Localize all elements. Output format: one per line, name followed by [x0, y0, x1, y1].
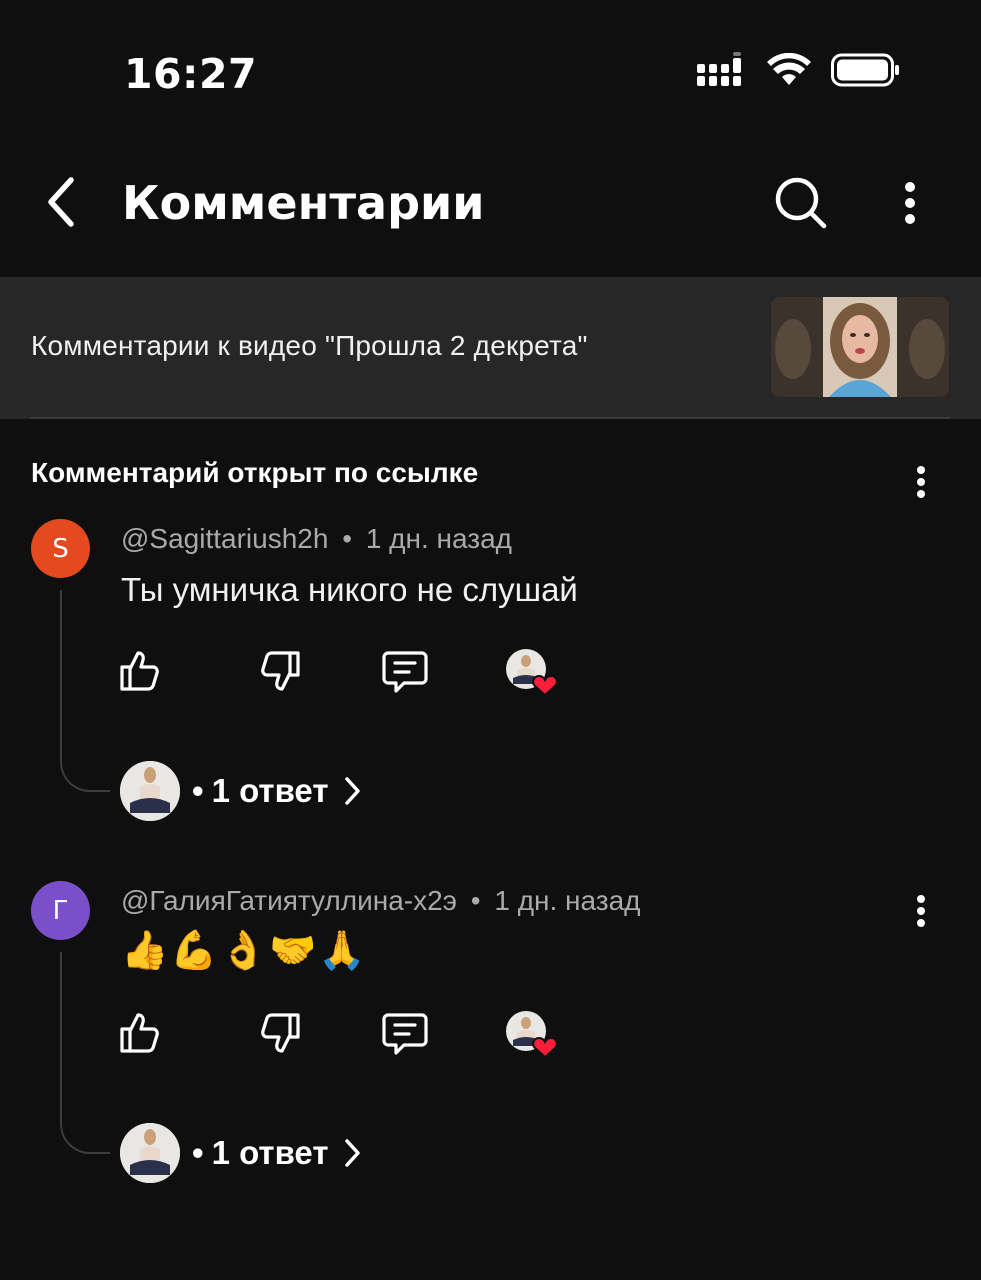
search-icon: [775, 177, 827, 229]
video-banner-text: Комментарии к видео "Прошла 2 декрета": [31, 330, 588, 361]
signal-icon: [697, 52, 741, 86]
reply-comment-icon: [382, 1013, 428, 1055]
video-thumbnail[interactable]: [771, 297, 949, 397]
comment-time: 1 дн. назад: [494, 885, 641, 916]
thumbs-down-icon: [261, 651, 300, 691]
more-options-button[interactable]: [888, 172, 932, 234]
search-button[interactable]: [770, 172, 832, 234]
meta-separator: •: [470, 885, 481, 916]
back-button[interactable]: [30, 172, 90, 232]
meta-separator: •: [342, 523, 353, 554]
wifi-icon: [767, 53, 811, 85]
comment-text: 👍💪👌🤝🙏: [121, 928, 368, 972]
author-avatar[interactable]: Г: [31, 881, 90, 940]
author-avatar[interactable]: S: [31, 519, 90, 578]
creator-heart-badge: [505, 648, 559, 698]
linked-comment-label: Комментарий открыт по ссылке: [31, 457, 479, 488]
creator-heart-icon: [506, 1011, 558, 1059]
comment-menu-button[interactable]: [906, 886, 936, 936]
replies-bullet: •: [192, 772, 204, 809]
comment-text: Ты умничка никого не слушай: [121, 571, 578, 608]
comment-meta: @Sagittariush2h • 1 дн. назад: [121, 523, 512, 555]
page-title: Комментарии: [122, 176, 485, 230]
thumbs-up-icon: [120, 651, 159, 691]
replies-count: 1 ответ: [211, 772, 329, 809]
thread-line: [60, 952, 110, 1154]
creator-heart-badge: [505, 1010, 559, 1060]
reply-author-avatar: [120, 761, 180, 821]
divider: [30, 417, 950, 419]
dislike-button[interactable]: [255, 646, 305, 696]
comment-menu-button[interactable]: [906, 457, 936, 507]
battery-icon: [831, 53, 899, 87]
status-time: 16:27: [124, 50, 258, 98]
more-vertical-icon: [917, 895, 925, 927]
more-vertical-icon: [917, 466, 925, 498]
thumbs-down-icon: [261, 1013, 300, 1053]
view-replies-button[interactable]: • 1 ответ: [120, 760, 363, 822]
comment-time: 1 дн. назад: [365, 523, 512, 554]
comments-screen: 16:27 Комментарии Комментарии к видео "П…: [0, 0, 981, 1280]
reply-button[interactable]: [380, 646, 430, 696]
like-button[interactable]: [115, 1008, 165, 1058]
status-icons: [697, 52, 901, 88]
reply-button[interactable]: [380, 1008, 430, 1058]
chevron-right-icon: [343, 1138, 363, 1168]
dislike-button[interactable]: [255, 1008, 305, 1058]
comment-author[interactable]: @Sagittariush2h: [121, 523, 328, 554]
comment-author[interactable]: @ГалияГатиятуллина-х2э: [121, 885, 457, 916]
comment-meta: @ГалияГатиятуллина-х2э • 1 дн. назад: [121, 885, 641, 917]
thread-line: [60, 590, 110, 792]
like-button[interactable]: [115, 646, 165, 696]
reply-author-avatar: [120, 1123, 180, 1183]
chevron-right-icon: [343, 776, 363, 806]
reply-comment-icon: [382, 651, 428, 693]
creator-heart-icon: [506, 649, 558, 697]
view-replies-button[interactable]: • 1 ответ: [120, 1122, 363, 1184]
replies-bullet: •: [192, 1134, 204, 1171]
replies-count: 1 ответ: [211, 1134, 329, 1171]
app-header: Комментарии: [0, 150, 981, 260]
video-banner[interactable]: Комментарии к видео "Прошла 2 декрета": [0, 277, 981, 419]
more-vertical-icon: [905, 182, 915, 224]
back-arrow-icon: [48, 177, 74, 227]
thumbs-up-icon: [120, 1013, 159, 1053]
